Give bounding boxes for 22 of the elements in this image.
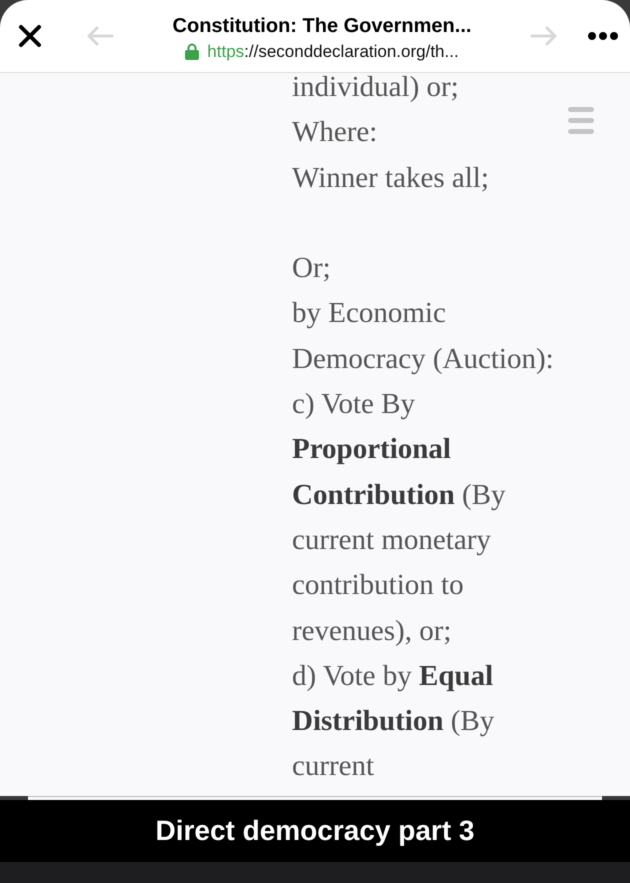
article-text: by Economic: [292, 296, 446, 332]
article-text: current monetary: [292, 522, 491, 558]
article-text: current: [292, 749, 374, 784]
article-text: Contribution (By: [292, 478, 506, 513]
lock-icon: [185, 43, 200, 60]
url-text[interactable]: https://seconddeclaration.org/th...: [207, 42, 459, 62]
article-text: Democracy (Auction):: [292, 342, 554, 377]
more-icon[interactable]: [588, 32, 618, 40]
article-text: Winner takes all;: [292, 160, 489, 196]
article-text: c) Vote By: [292, 387, 415, 422]
article-text: d) Vote by Equal: [292, 658, 494, 694]
article-text: Distribution (By: [292, 704, 494, 740]
article-text: individual) or;: [292, 73, 459, 105]
article-text: Proportional: [292, 432, 451, 468]
article-text: revenues), or;: [292, 614, 452, 649]
caption: Direct democracy part 3: [0, 800, 630, 862]
article-text: Or;: [292, 251, 331, 286]
close-icon[interactable]: [18, 24, 42, 48]
article-text: contribution to: [292, 568, 464, 604]
menu-icon[interactable]: [568, 107, 594, 135]
article-text: Where:: [292, 115, 378, 150]
page-title: Constitution: The Governmen...: [172, 14, 472, 38]
